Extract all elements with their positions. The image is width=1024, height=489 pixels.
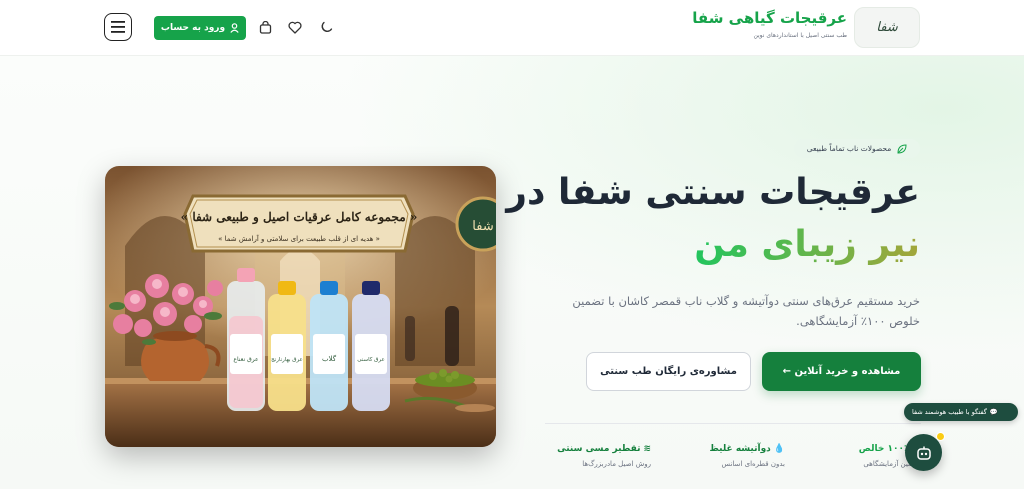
feature-copper-distillation: ≋ تقطیر مسی سنتی روش اصیل مادربزرگ‌ها (557, 444, 651, 468)
wishlist-button[interactable] (287, 19, 303, 35)
chat-prompt[interactable]: گفتگو با طبیب هوشمند شفا 💬 (904, 403, 1018, 421)
feature-double-distilled-title: دوآتیشه غلیظ (709, 444, 771, 454)
chat-bubble-icon: 💬 (989, 408, 998, 416)
menu-icon (111, 21, 125, 33)
banner-title: « مجموعه کامل عرقیات اصیل و طبیعی شفا » (181, 210, 418, 225)
free-consultation-label: مشاوره‌ی رایگان طب سنتی (600, 366, 737, 377)
bottle-4: عرق کاسنی (352, 281, 390, 411)
hero-headline: عرقیجات سنتی شفا در (506, 172, 920, 213)
bottle-2: عرق بهارنارنج (268, 281, 306, 411)
brand-title[interactable]: عرقیجات گیاهی شفا (692, 9, 847, 27)
shop-online-label: مشاهده و خرید آنلاین ← (782, 366, 901, 377)
banner-subtitle: « هدیه ای از قلب طبیعت برای سلامتی و آرا… (218, 234, 380, 243)
cart-icon (259, 20, 271, 34)
feature-double-distilled: 💧 دوآتیشه غلیظ بدون قطره‌ای اسانس (710, 444, 785, 468)
feature-copper-distillation-subtitle: روش اصیل مادربزرگ‌ها (582, 460, 651, 468)
feature-copper-distillation-title: تقطیر مسی سنتی (557, 444, 641, 454)
login-label: ورود به حساب (160, 23, 226, 33)
feature-double-distilled-subtitle: بدون قطره‌ای اسانس (721, 460, 785, 468)
bottle-1-label: عرق نعناع (233, 356, 258, 363)
moon-icon (321, 21, 332, 32)
leaf-icon (897, 143, 907, 154)
bottle-4-label: عرق کاسنی (357, 356, 384, 363)
features-divider (545, 423, 921, 424)
brand-subtitle: طب سنتی اصیل با استانداردهای نوین (753, 32, 847, 39)
hero-image: شفا « مجموعه کامل عرقیات اصیل و طبیعی شف… (105, 166, 496, 447)
free-consultation-button[interactable]: مشاوره‌ی رایگان طب سنتی (586, 352, 751, 391)
hero-headline-highlight: نیر زیبای من (694, 224, 920, 265)
user-icon (230, 23, 239, 33)
heart-icon (288, 21, 302, 34)
bottle-1: عرق نعناع (227, 268, 265, 411)
bottle-3-label: گلاب (322, 354, 337, 363)
site-header: ورود به حساب عرقیجات گیاهی شفا طب سنتی ا… (0, 0, 1024, 56)
chat-prompt-text: گفتگو با طبیب هوشمند شفا (912, 408, 987, 416)
hero-badge: محصولات ناب تماماً طبیعی (794, 139, 920, 158)
feature-pure-title: ۱۰۰٪ خالص (858, 444, 910, 454)
emblem-text: شفا (472, 219, 493, 234)
logo[interactable]: شفا (854, 7, 920, 48)
logo-text: شفا (876, 20, 898, 35)
shop-online-button[interactable]: مشاهده و خرید آنلاین ← (762, 352, 921, 391)
notification-dot (936, 432, 945, 441)
menu-button[interactable] (104, 13, 132, 41)
bottle-3: گلاب (310, 281, 348, 411)
hero-description: خرید مستقیم عرق‌های سنتی دوآتیشه و گلاب … (572, 294, 920, 328)
waves-icon: ≋ (643, 444, 651, 454)
cart-button[interactable] (257, 19, 273, 35)
login-button[interactable]: ورود به حساب (154, 16, 246, 40)
bottle-2-label: عرق بهارنارنج (271, 357, 303, 363)
robot-icon (916, 446, 931, 460)
theme-toggle[interactable] (318, 19, 334, 35)
product-scene: شفا « مجموعه کامل عرقیات اصیل و طبیعی شف… (105, 166, 496, 447)
badge-text: محصولات ناب تماماً طبیعی (806, 144, 892, 153)
drop-icon: 💧 (773, 444, 785, 454)
